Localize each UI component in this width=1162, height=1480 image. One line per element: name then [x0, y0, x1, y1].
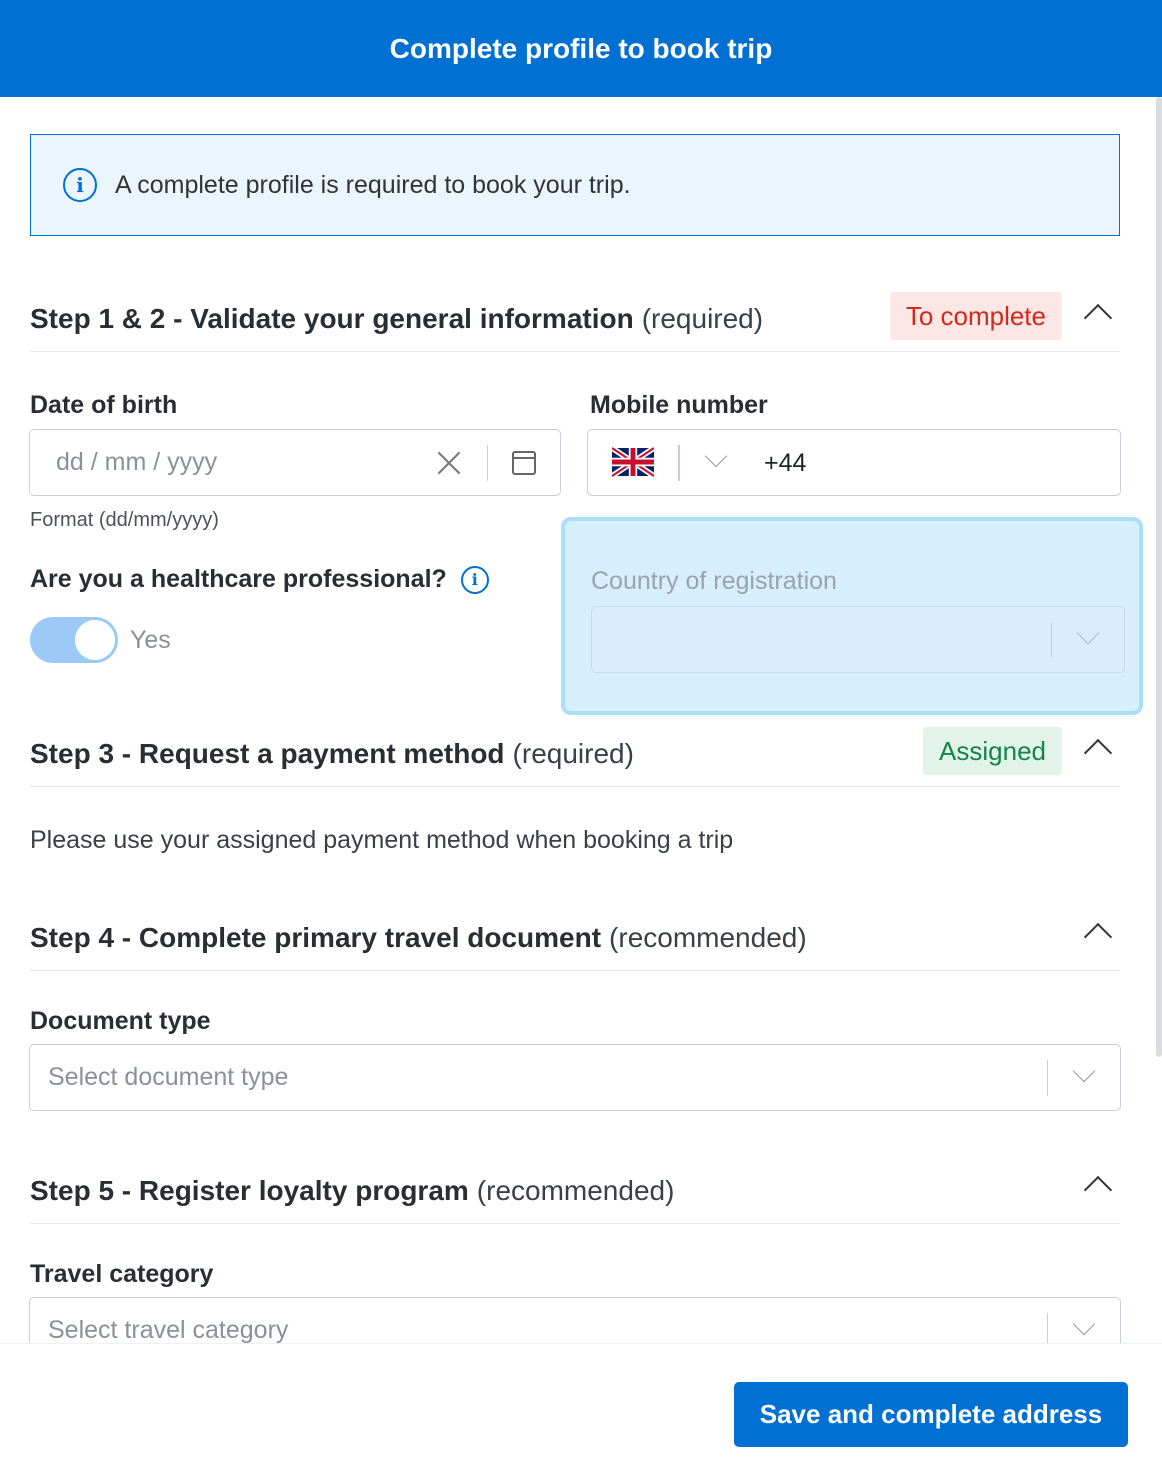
status-badge: To complete	[889, 292, 1062, 340]
divider	[1046, 1060, 1048, 1096]
dob-field[interactable]: dd / mm / yyyy	[29, 429, 561, 496]
section-step-5-header[interactable]: Step 5 - Register loyalty program (recom…	[30, 1158, 1120, 1224]
travel-category-select[interactable]: Select travel category	[29, 1297, 1121, 1343]
section-suffix: (recommended)	[609, 921, 807, 953]
scrollbar[interactable]	[1156, 97, 1162, 1057]
clear-icon[interactable]	[436, 450, 462, 476]
dob-placeholder: dd / mm / yyyy	[56, 448, 218, 476]
healthcare-label: Are you a healthcare professional?	[30, 565, 447, 593]
chevron-down-icon[interactable]	[1072, 1059, 1096, 1083]
page-title: Complete profile to book trip	[389, 32, 773, 64]
mobile-value: +44	[764, 449, 807, 477]
chevron-up-icon[interactable]	[1083, 922, 1113, 952]
travel-category-label: Travel category	[30, 1260, 214, 1288]
document-type-select[interactable]: Select document type	[29, 1044, 1121, 1111]
save-and-complete-address-button[interactable]: Save and complete address	[734, 1382, 1128, 1447]
section-step-3-header[interactable]: Step 3 - Request a payment method (requi…	[30, 721, 1120, 787]
healthcare-toggle[interactable]	[30, 617, 118, 663]
mobile-field[interactable]: +44	[587, 429, 1121, 496]
toggle-knob	[75, 620, 115, 660]
country-registration-label: Country of registration	[591, 567, 837, 595]
modal-footer: Save and complete address	[0, 1343, 1162, 1480]
section-title: Step 1 & 2 - Validate your general infor…	[30, 302, 634, 334]
info-icon: i	[63, 168, 97, 202]
divider	[486, 445, 488, 481]
toggle-label: Yes	[130, 626, 171, 654]
info-banner: i A complete profile is required to book…	[30, 134, 1120, 236]
document-type-label: Document type	[30, 1007, 211, 1035]
document-type-placeholder: Select document type	[48, 1063, 289, 1091]
calendar-icon[interactable]	[512, 451, 536, 475]
section-suffix: (recommended)	[476, 1174, 675, 1206]
chevron-up-icon[interactable]	[1083, 1175, 1113, 1205]
form-scroll-area[interactable]: i A complete profile is required to book…	[0, 97, 1162, 1343]
travel-category-placeholder: Select travel category	[48, 1316, 289, 1343]
info-icon[interactable]: i	[460, 565, 489, 594]
chevron-up-icon[interactable]	[1083, 738, 1113, 768]
section-suffix: (required)	[512, 737, 634, 769]
dob-helper: Format (dd/mm/yyyy)	[30, 509, 219, 531]
uk-flag-icon[interactable]	[612, 446, 654, 478]
chevron-up-icon[interactable]	[1083, 303, 1113, 333]
section-step-1-2-header[interactable]: Step 1 & 2 - Validate your general infor…	[30, 286, 1120, 352]
healthcare-question: Are you a healthcare professional? i	[30, 565, 489, 594]
section-suffix: (required)	[641, 302, 764, 334]
chevron-down-icon[interactable]	[1076, 621, 1100, 645]
country-registration-select[interactable]	[591, 606, 1125, 673]
payment-description: Please use your assigned payment method …	[30, 826, 734, 854]
dob-label: Date of birth	[30, 391, 178, 419]
info-banner-text: A complete profile is required to book y…	[115, 170, 631, 199]
chevron-down-icon[interactable]	[704, 444, 728, 468]
country-of-registration-group: Country of registration	[561, 517, 1143, 715]
divider	[678, 445, 680, 481]
chevron-down-icon[interactable]	[1072, 1312, 1096, 1336]
divider	[1046, 1313, 1048, 1343]
modal-header: Complete profile to book trip	[0, 0, 1162, 97]
section-title: Step 3 - Request a payment method	[30, 737, 505, 769]
section-step-4-header[interactable]: Step 4 - Complete primary travel documen…	[30, 905, 1120, 971]
status-badge: Assigned	[923, 727, 1062, 775]
section-title: Step 5 - Register loyalty program	[30, 1174, 469, 1206]
section-title: Step 4 - Complete primary travel documen…	[30, 921, 602, 953]
mobile-label: Mobile number	[590, 391, 768, 419]
divider	[1050, 622, 1052, 658]
